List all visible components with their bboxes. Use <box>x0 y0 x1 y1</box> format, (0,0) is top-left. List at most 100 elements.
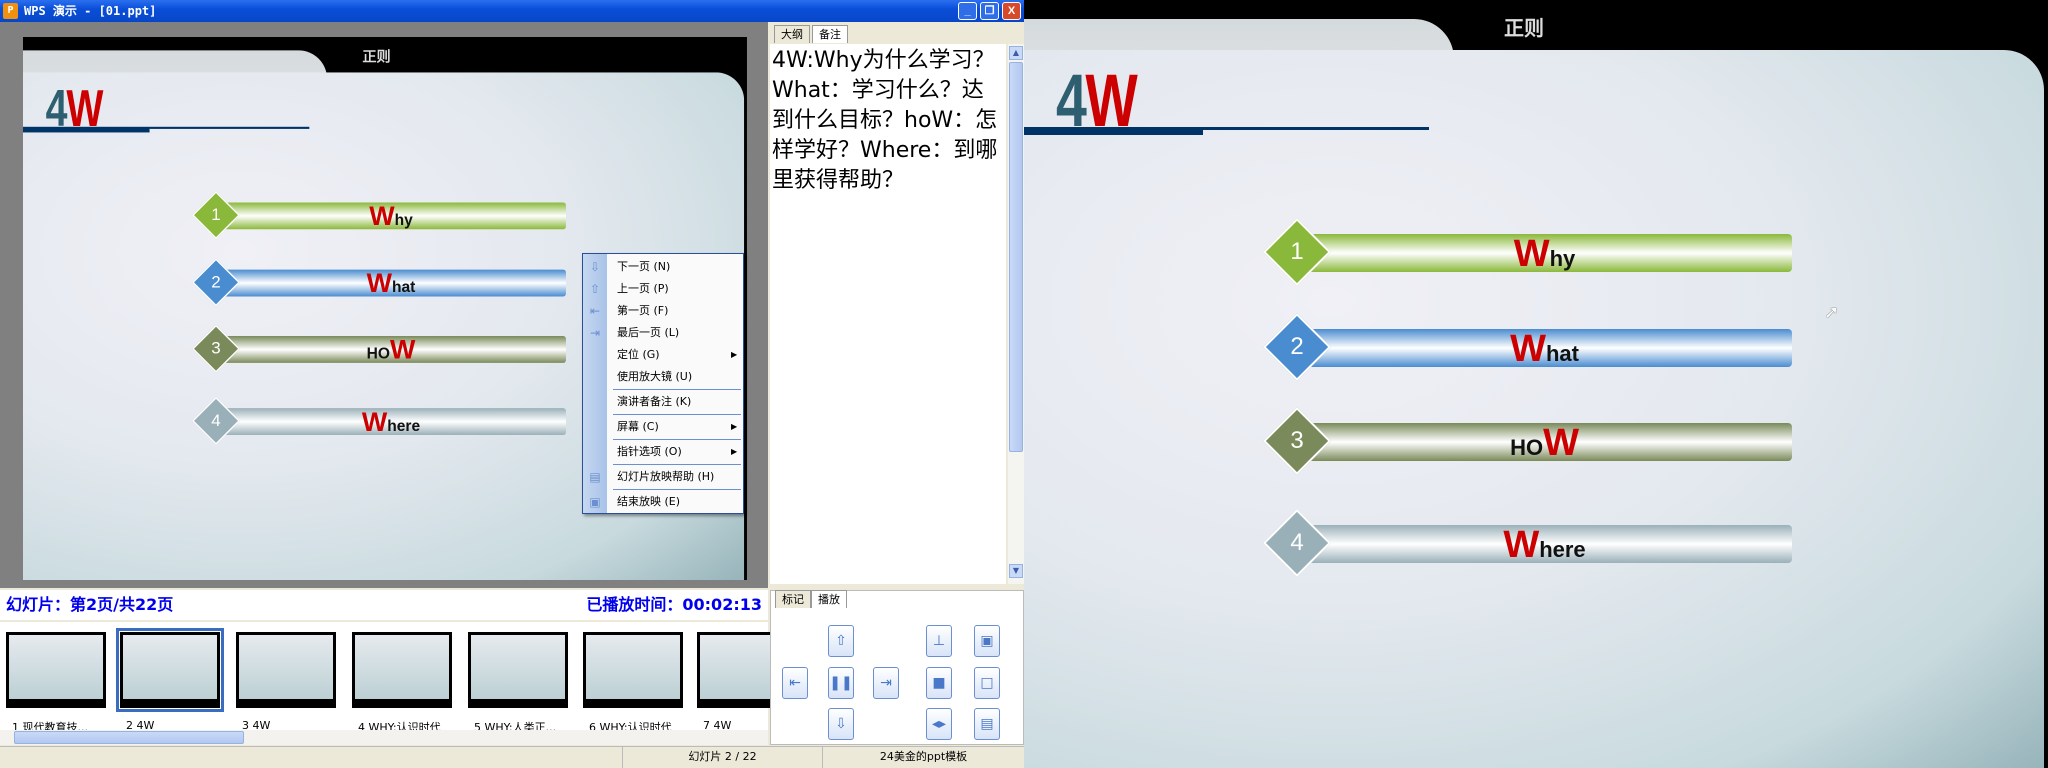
logo: 正则 <box>1504 16 1544 40</box>
thumbnail-scrollbar[interactable] <box>0 730 768 745</box>
arrow-up-icon: ⇧ <box>589 282 601 296</box>
tab-marks[interactable]: 标记 <box>775 590 811 608</box>
pointer-button[interactable]: ⊥ <box>926 625 952 657</box>
menu-item[interactable]: ▣ 结束放映 (E) <box>583 491 743 513</box>
submenu-arrow-icon: ▶ <box>731 422 738 431</box>
label-small: here <box>1539 537 1586 562</box>
pause-button[interactable]: ❚❚ <box>828 667 854 699</box>
thumbnail-image <box>116 628 224 712</box>
arrow-down-icon: ⇩ <box>589 260 601 274</box>
menu-item-label: 指针选项 (O) <box>617 445 682 458</box>
label-small: here <box>387 416 421 435</box>
slide-thumbnail[interactable]: 1 现代教育技... <box>6 632 106 744</box>
menu-item-label: 演讲者备注 (K) <box>617 395 692 408</box>
menu-item[interactable]: 指针选项 (O) ▶ <box>583 441 743 463</box>
menu-item-label: 使用放大镜 (U) <box>617 370 693 383</box>
menu-item-label: 上一页 (P) <box>617 282 669 295</box>
menu-item[interactable]: ⇩ 下一页 (N) <box>583 256 743 278</box>
label-small: hy <box>394 210 413 229</box>
item-label: Where <box>1297 524 1792 566</box>
label-small: HO <box>366 344 390 363</box>
notes-scrollbar[interactable]: ▲ ▼ <box>1008 44 1024 584</box>
menu-item-label: 第一页 (F) <box>617 304 669 317</box>
item-label: What <box>216 268 566 299</box>
list-item: 1 Why <box>192 191 566 240</box>
label-big: W <box>1543 422 1579 464</box>
window-title: WPS 演示 - [01.ppt] <box>24 4 157 18</box>
title-underline <box>23 126 150 133</box>
submenu-arrow-icon: ▶ <box>731 447 738 456</box>
help-keyboard-icon: ▤ <box>589 470 601 484</box>
logo: 正则 <box>362 48 391 66</box>
title-rule <box>149 126 310 129</box>
menu-item[interactable]: 屏幕 (C) ▶ <box>583 416 743 438</box>
item-label: HOW <box>1297 422 1792 464</box>
elapsed-time: 已播放时间：00:02:13 <box>586 595 762 614</box>
last-slide-button[interactable]: ⇥ <box>873 667 899 699</box>
thumbnail-image <box>6 632 106 708</box>
status-slide: 幻灯片 2 / 22 <box>622 747 822 768</box>
title-rule <box>1203 127 1429 130</box>
label-big: W <box>1503 524 1540 566</box>
close-button[interactable]: X <box>1002 2 1021 20</box>
list-item: 3 HOW <box>1263 407 1792 475</box>
menu-item[interactable]: 定位 (G) ▶ <box>583 344 743 366</box>
projected-slide[interactable]: 正则 4W 1 Why 2 What 3 HOW 4 Where <box>1024 0 2048 768</box>
label-small: HO <box>1510 435 1544 460</box>
title-bar: P WPS 演示 - [01.ppt] _ ❐ X <box>0 0 1024 22</box>
notes-textarea[interactable]: 4W:Why为什么学习？What：学习什么？达到什么目标？hoW：怎样学好？Wh… <box>770 44 1006 584</box>
submenu-arrow-icon: ▶ <box>731 350 738 359</box>
menu-item[interactable]: 使用放大镜 (U) <box>583 366 743 388</box>
help-button[interactable]: ▤ <box>974 708 1000 740</box>
last-page-icon: ⇥ <box>589 326 601 340</box>
label-small: hat <box>1545 341 1579 366</box>
play-panel: 标记 播放 ⇧ ⇤ ❚❚ ⇥ ⇩ ⊥ ▣ ■ □ ◂▸ ▤ <box>770 590 1024 745</box>
prev-slide-button[interactable]: ⇧ <box>828 625 854 657</box>
notes-pane: 大纲 备注 4W:Why为什么学习？What：学习什么？达到什么目标？hoW：怎… <box>768 22 1024 588</box>
tab-notes[interactable]: 备注 <box>812 25 848 43</box>
info-bar: 幻灯片：第2页/共22页 已播放时间：00:02:13 <box>0 590 768 620</box>
menu-item-label: 定位 (G) <box>617 348 660 361</box>
thumbnail-image <box>583 632 683 708</box>
label-big: W <box>366 268 393 299</box>
goto-slide-button[interactable]: ◂▸ <box>926 708 952 740</box>
black-screen-button[interactable]: ■ <box>926 667 952 699</box>
menu-item[interactable]: ⇧ 上一页 (P) <box>583 278 743 300</box>
menu-item[interactable]: ▤ 幻灯片放映帮助 (H) <box>583 466 743 488</box>
minimize-button[interactable]: _ <box>958 2 977 20</box>
title-underline <box>1024 127 1203 135</box>
slide-thumbnail[interactable]: 2 4W <box>116 628 224 744</box>
scroll-down-button[interactable]: ▼ <box>1009 564 1023 578</box>
menu-item-label: 屏幕 (C) <box>617 420 659 433</box>
label-big: W <box>369 201 395 232</box>
white-screen-button[interactable]: □ <box>974 667 1000 699</box>
label-big: W <box>1513 233 1550 275</box>
menu-item[interactable]: 演讲者备注 (K) <box>583 391 743 413</box>
thumbnail-image <box>468 632 568 708</box>
slide-thumbnail[interactable]: 6 WHY:认识时代 <box>583 632 683 744</box>
slide-thumbnail[interactable]: 3 4W <box>236 632 336 744</box>
end-show-icon: ▣ <box>589 495 601 509</box>
list-item: 1 Why <box>1263 218 1792 286</box>
menu-item[interactable]: ⇤ 第一页 (F) <box>583 300 743 322</box>
slide-thumbnail[interactable]: 5 WHY:人类正... <box>468 632 568 744</box>
tab-outline[interactable]: 大纲 <box>774 25 810 43</box>
first-slide-button[interactable]: ⇤ <box>782 667 808 699</box>
menu-separator <box>613 489 741 490</box>
item-label: Why <box>1297 233 1792 275</box>
slide-thumbnail[interactable]: 4 WHY:认识时代 <box>352 632 452 744</box>
menu-separator <box>613 389 741 390</box>
next-slide-button[interactable]: ⇩ <box>828 708 854 740</box>
item-label: What <box>1297 329 1792 369</box>
scroll-thumb[interactable] <box>1009 62 1023 452</box>
maximize-button[interactable]: ❐ <box>980 2 999 20</box>
menu-separator <box>613 414 741 415</box>
end-show-button[interactable]: ▣ <box>974 625 1000 657</box>
status-bar: 幻灯片 2 / 22 24美金的ppt模板 <box>0 746 1024 768</box>
list-item: 2 What <box>1263 313 1792 381</box>
scroll-up-button[interactable]: ▲ <box>1009 46 1023 60</box>
tab-play[interactable]: 播放 <box>811 590 847 608</box>
scroll-thumb[interactable] <box>14 731 244 744</box>
menu-separator <box>613 439 741 440</box>
menu-item[interactable]: ⇥ 最后一页 (L) <box>583 322 743 344</box>
